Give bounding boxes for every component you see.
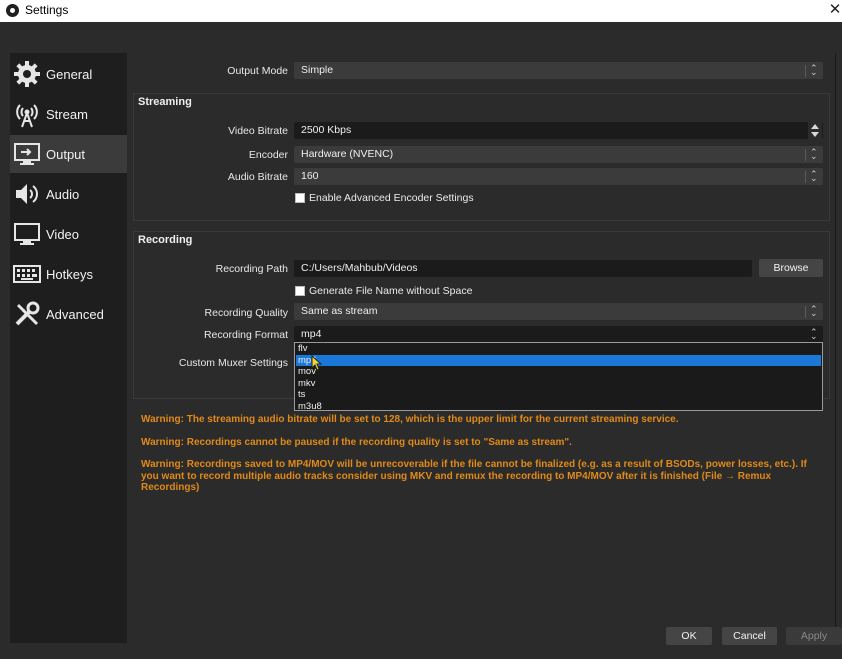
recording-format-value: mp4 [301,328,322,340]
updown-arrows-icon [809,325,819,344]
recording-path-input[interactable]: C:/Users/Mahbub/Videos [294,260,752,277]
video-bitrate-input[interactable]: 2500 Kbps [294,122,823,139]
streaming-group-title: Streaming [138,96,192,108]
audio-bitrate-select[interactable]: 160 [294,167,823,186]
gear-icon [12,59,42,89]
sidebar-item-stream[interactable]: Stream [10,95,127,133]
sidebar-item-label: Advanced [46,306,104,322]
sidebar-item-audio[interactable]: Audio [10,175,127,213]
sidebar-item-label: Video [46,226,80,242]
output-mode-label: Output Mode [227,65,288,77]
updown-arrows-icon [809,302,819,321]
format-option-mp4[interactable]: mp4 [296,354,821,366]
recording-quality-label: Recording Quality [204,307,288,319]
sidebar-item-label: Output [46,146,86,162]
output-mode-value: Simple [301,64,334,76]
keyboard-icon [12,259,42,289]
apply-button[interactable]: Apply [786,627,842,645]
recording-quality-value: Same as stream [301,305,378,317]
audio-bitrate-label: Audio Bitrate [227,171,288,183]
recording-format-dropdown[interactable]: flv mp4 mov mkv ts m3u8 [294,342,823,411]
output-monitor-icon [12,139,42,169]
recording-path-value: C:/Users/Mahbub/Videos [301,262,418,274]
warning-mp4: Warning: Recordings saved to MP4/MOV wil… [141,459,807,493]
title-bar: Settings ✕ [0,0,842,22]
encoder-label: Encoder [248,149,288,161]
ok-button[interactable]: OK [666,627,712,645]
warning-pause: Warning: Recordings cannot be paused if … [141,437,572,448]
advanced-encoder-label: Enable Advanced Encoder Settings [309,192,474,204]
format-option-ts[interactable]: ts [296,389,821,401]
antenna-icon [12,99,42,129]
format-option-flv[interactable]: flv [296,343,821,355]
settings-sidebar: General Stream Output Audio Video Hotkey… [10,53,127,643]
recording-format-select[interactable]: mp4 [294,325,823,344]
sidebar-item-advanced[interactable]: Advanced [10,295,127,333]
output-mode-select[interactable]: Simple [294,61,823,80]
checkbox-box[interactable] [295,193,305,203]
sidebar-item-label: Stream [46,106,88,122]
checkbox-box[interactable] [295,286,305,296]
advanced-encoder-checkbox[interactable]: Enable Advanced Encoder Settings [295,192,474,204]
audio-bitrate-value: 160 [301,170,319,182]
video-bitrate-label: Video Bitrate [228,125,288,137]
close-icon[interactable]: ✕ [828,0,842,22]
window-title: Settings [25,3,69,17]
no-space-label: Generate File Name without Space [309,285,473,297]
sidebar-item-output[interactable]: Output [10,135,127,173]
updown-arrows-icon [809,61,819,80]
recording-group-title: Recording [138,234,193,246]
video-bitrate-value: 2500 Kbps [301,124,352,136]
encoder-select[interactable]: Hardware (NVENC) [294,145,823,164]
warning-audio-bitrate: Warning: The streaming audio bitrate wil… [141,414,679,425]
no-space-checkbox[interactable]: Generate File Name without Space [295,285,472,297]
browse-button[interactable]: Browse [759,259,823,277]
format-option-mov[interactable]: mov [296,366,821,378]
sidebar-item-label: General [46,66,93,82]
recording-format-label: Recording Format [203,329,288,341]
format-option-mkv[interactable]: mkv [296,378,821,390]
recording-quality-select[interactable]: Same as stream [294,302,823,321]
updown-arrows-icon [809,167,819,186]
sidebar-item-general[interactable]: General [10,55,127,93]
monitor-icon [12,219,42,249]
custom-muxer-label: Custom Muxer Settings [178,357,288,369]
bitrate-spinner-icon[interactable] [808,122,822,139]
sidebar-item-video[interactable]: Video [10,215,127,253]
tools-icon [12,299,42,329]
updown-arrows-icon [809,145,819,164]
output-settings-panel: Output Mode Simple Streaming Video Bitra… [130,53,834,643]
obs-logo-icon [6,4,19,17]
format-option-m3u8[interactable]: m3u8 [296,401,821,413]
cancel-button[interactable]: Cancel [722,627,777,645]
sidebar-item-hotkeys[interactable]: Hotkeys [10,255,127,293]
settings-dialog: General Stream Output Audio Video Hotkey… [0,22,842,659]
recording-path-label: Recording Path [215,263,288,275]
sidebar-item-label: Hotkeys [46,266,93,282]
sidebar-item-label: Audio [46,186,80,202]
speaker-icon [12,179,42,209]
right-edge-panel [835,53,842,643]
encoder-value: Hardware (NVENC) [301,148,394,160]
